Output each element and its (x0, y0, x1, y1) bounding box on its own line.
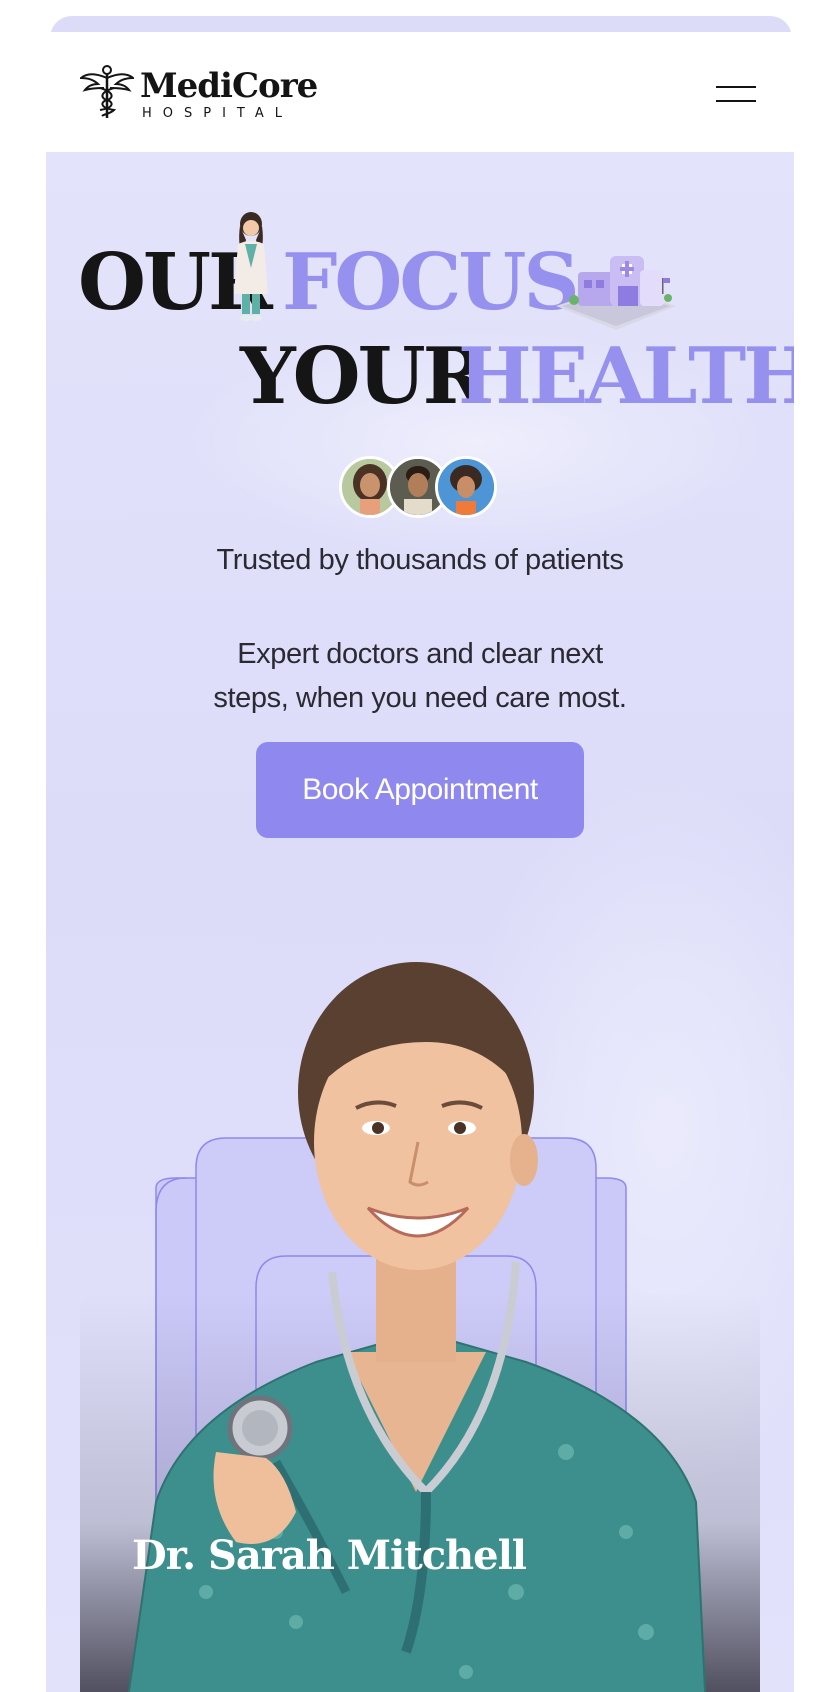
headline-focus: FOCUS (282, 237, 580, 328)
brand-name: MediCore (140, 66, 318, 106)
hero-description-line-2: steps, when you need care most. (213, 682, 627, 714)
hero-section: OUR FOCUS YOUR HEALTH Trusted by thousan… (46, 152, 794, 1692)
caduceus-logo-icon (80, 65, 134, 118)
avatar (435, 456, 497, 518)
book-appointment-button[interactable]: Book Appointment (256, 742, 584, 838)
brand-subtitle: HOSPITAL (142, 106, 294, 121)
headline-your: YOUR (240, 331, 487, 422)
hospital-building-icon (556, 256, 676, 330)
headline-health: HEALTH (458, 331, 794, 422)
patient-avatars (339, 456, 509, 526)
page-card: MediCore HOSPITAL OUR FOCUS YOUR HEALTH … (46, 32, 794, 1692)
hero-description-line-1: Expert doctors and clear next (237, 638, 603, 670)
site-header: MediCore HOSPITAL (46, 32, 794, 152)
doctor-name: Dr. Sarah Mitchell (132, 1532, 527, 1579)
doctor-figurine-icon (234, 212, 268, 321)
trust-text: Trusted by thousands of patients (216, 544, 624, 576)
brand-logo[interactable]: MediCore HOSPITAL (80, 64, 330, 124)
hamburger-menu-icon[interactable] (716, 78, 760, 108)
